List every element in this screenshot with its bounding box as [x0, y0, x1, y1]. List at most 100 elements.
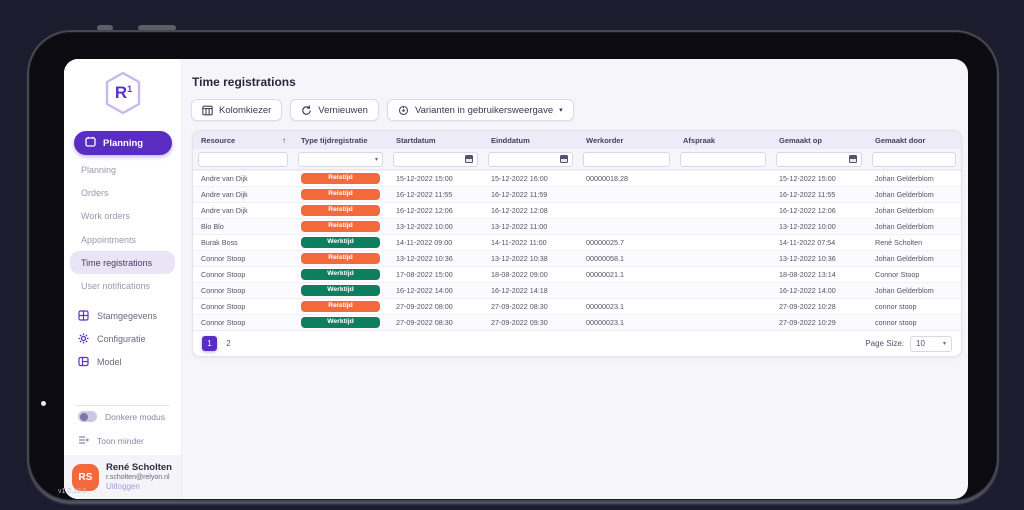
sidebar-divider — [76, 405, 169, 406]
filter-input-werkorder[interactable] — [583, 152, 670, 167]
sidebar-item-stamgegevens[interactable]: Stamgegevens — [64, 304, 181, 327]
grid-icon — [78, 310, 89, 321]
tablet-camera-dot — [41, 401, 46, 406]
sidebar-item-label: Stamgegevens — [97, 311, 157, 321]
type-badge: Werktijd — [301, 237, 380, 249]
page-title: Time registrations — [192, 75, 296, 89]
table-row[interactable]: Connor StoopWerktijd16-12-2022 14:0016-1… — [193, 282, 961, 298]
page-size-value: 10 — [916, 339, 925, 348]
app-screen: R1 Planning PlanningOrdersWork ordersApp… — [64, 59, 968, 499]
cell-gemaakt-door: Johan Gelderblom — [867, 283, 961, 298]
cell-resource: Connor Stoop — [193, 267, 293, 282]
table-filter-row: ▾ — [193, 149, 961, 170]
app-version: v1.0.12.5 — [58, 488, 87, 495]
kolomkiezer-button[interactable]: Kolomkiezer — [191, 99, 282, 121]
button-label: Varianten in gebruikersweergave — [415, 105, 553, 116]
cell-type-tijdregistratie: Reistijd — [293, 187, 388, 202]
page-button-1[interactable]: 1 — [202, 336, 217, 351]
table-row[interactable]: Connor StoopWerktijd27-09-2022 08:3027-0… — [193, 314, 961, 330]
cell-resource: Blo Blo — [193, 219, 293, 234]
varianten-in-gebruikersweergave-button[interactable]: Varianten in gebruikersweergave ▾ — [387, 99, 574, 121]
filter-input-gemaakt-op[interactable] — [776, 152, 862, 167]
cell-type-tijdregistratie: Werktijd — [293, 235, 388, 250]
table-row[interactable]: Connor StoopReistijd27-09-2022 08:0027-0… — [193, 298, 961, 314]
cell-startdatum: 13-12-2022 10:00 — [388, 219, 483, 234]
filter-input-einddatum[interactable] — [488, 152, 573, 167]
table-row[interactable]: Connor StoopReistijd13-12-2022 10:3613-1… — [193, 250, 961, 266]
page-button-2[interactable]: 2 — [221, 336, 236, 351]
filter-input-startdatum[interactable] — [393, 152, 478, 167]
cell-afspraak — [675, 315, 771, 330]
column-header-label: Afspraak — [683, 136, 715, 145]
cell-gemaakt-op: 27-09-2022 10:29 — [771, 315, 867, 330]
column-header-resource[interactable]: Resource↑ — [193, 131, 293, 149]
type-badge: Reistijd — [301, 173, 380, 185]
cell-einddatum: 27-09-2022 09:30 — [483, 315, 578, 330]
page-size-label: Page Size: — [865, 339, 904, 348]
filter-input-resource[interactable] — [198, 152, 288, 167]
cell-gemaakt-op: 13-12-2022 10:00 — [771, 219, 867, 234]
sidebar-item-user-notifications[interactable]: User notifications — [64, 274, 181, 297]
chevron-down-icon: ▾ — [559, 106, 563, 114]
variants-icon — [398, 105, 409, 116]
sidebar-item-appointments[interactable]: Appointments — [64, 228, 181, 251]
sidebar-item-planning-active[interactable]: Planning — [74, 131, 172, 155]
type-badge: Reistijd — [301, 189, 380, 201]
cell-type-tijdregistratie: Reistijd — [293, 171, 388, 186]
cell-werkorder — [578, 283, 675, 298]
column-header-startdatum[interactable]: Startdatum — [388, 131, 483, 149]
logo-superscript: 1 — [127, 85, 132, 94]
cell-type-tijdregistratie: Reistijd — [293, 203, 388, 218]
column-header-einddatum[interactable]: Einddatum — [483, 131, 578, 149]
cell-startdatum: 16-12-2022 11:55 — [388, 187, 483, 202]
column-header-werkorder[interactable]: Werkorder — [578, 131, 675, 149]
type-badge: Werktijd — [301, 269, 380, 281]
cell-werkorder: 00000018.28 — [578, 171, 675, 186]
cell-gemaakt-op: 27-09-2022 10:28 — [771, 299, 867, 314]
logout-link[interactable]: Uitloggen — [106, 482, 172, 492]
page-size-select[interactable]: 10 ▾ — [910, 336, 952, 352]
filter-input-afspraak[interactable] — [680, 152, 766, 167]
filter-input-type-tijdregistratie[interactable]: ▾ — [298, 152, 383, 167]
toolbar: Kolomkiezer Vernieuwen Varianten in gebrui… — [191, 99, 574, 121]
cell-resource: Andre van Dijk — [193, 203, 293, 218]
dark-mode-row: Donkere modus — [78, 411, 165, 422]
column-header-gemaakt-op[interactable]: Gemaakt op — [771, 131, 867, 149]
cell-resource: Burak Boss — [193, 235, 293, 250]
table-row[interactable]: Andre van DijkReistijd15-12-2022 15:0015… — [193, 170, 961, 186]
table-row[interactable]: Andre van DijkReistijd16-12-2022 12:0616… — [193, 202, 961, 218]
cell-einddatum: 16-12-2022 14:18 — [483, 283, 578, 298]
model-icon — [78, 356, 89, 367]
filter-cell-gemaakt-door — [867, 149, 961, 169]
cell-gemaakt-op: 14-11-2022 07:54 — [771, 235, 867, 250]
sidebar-item-model[interactable]: Model — [64, 350, 181, 373]
column-header-label: Gemaakt op — [779, 136, 822, 145]
column-header-afspraak[interactable]: Afspraak — [675, 131, 771, 149]
cell-type-tijdregistratie: Reistijd — [293, 219, 388, 234]
sidebar-item-time-registrations[interactable]: Time registrations — [70, 251, 175, 274]
filter-input-gemaakt-door[interactable] — [872, 152, 956, 167]
table-row[interactable]: Andre van DijkReistijd16-12-2022 11:5516… — [193, 186, 961, 202]
table-footer: 12 Page Size: 10 ▾ — [193, 330, 961, 356]
sidebar-secondary-nav: Stamgegevens ConfiguratieModel — [64, 304, 181, 373]
sidebar-item-orders[interactable]: Orders — [64, 181, 181, 204]
vernieuwen-button[interactable]: Vernieuwen — [290, 99, 379, 121]
column-header-gemaakt-door[interactable]: Gemaakt door — [867, 131, 961, 149]
cell-einddatum: 27-09-2022 08:30 — [483, 299, 578, 314]
type-badge: Werktijd — [301, 317, 380, 329]
cell-gemaakt-door: Johan Gelderblom — [867, 251, 961, 266]
sidebar-item-work-orders[interactable]: Work orders — [64, 205, 181, 228]
column-header-type-tijdregistratie[interactable]: Type tijdregistratie — [293, 131, 388, 149]
table-row[interactable]: Connor StoopWerktijd17-08-2022 15:0018-0… — [193, 266, 961, 282]
cell-gemaakt-op: 16-12-2022 11:55 — [771, 187, 867, 202]
show-less-button[interactable]: Toon minder — [78, 435, 144, 447]
dark-mode-toggle[interactable] — [78, 411, 97, 422]
table-row[interactable]: Burak Boss Werktijd 14-11-2022 09:00 14-11-… — [193, 234, 961, 250]
table-row[interactable]: Blo BloReistijd13-12-2022 10:0013-12-202… — [193, 218, 961, 234]
time-registrations-table: Resource↑Type tijdregistratieStartdatumE… — [192, 130, 962, 357]
sidebar-item-configuratie[interactable]: Configuratie — [64, 327, 181, 350]
cell-startdatum: 14-11-2022 09:00 — [388, 235, 483, 250]
sidebar-nav: PlanningOrdersWork ordersAppointmentsTim… — [64, 158, 181, 298]
cell-werkorder: 00000023.1 — [578, 299, 675, 314]
sidebar-item-planning[interactable]: Planning — [64, 158, 181, 181]
